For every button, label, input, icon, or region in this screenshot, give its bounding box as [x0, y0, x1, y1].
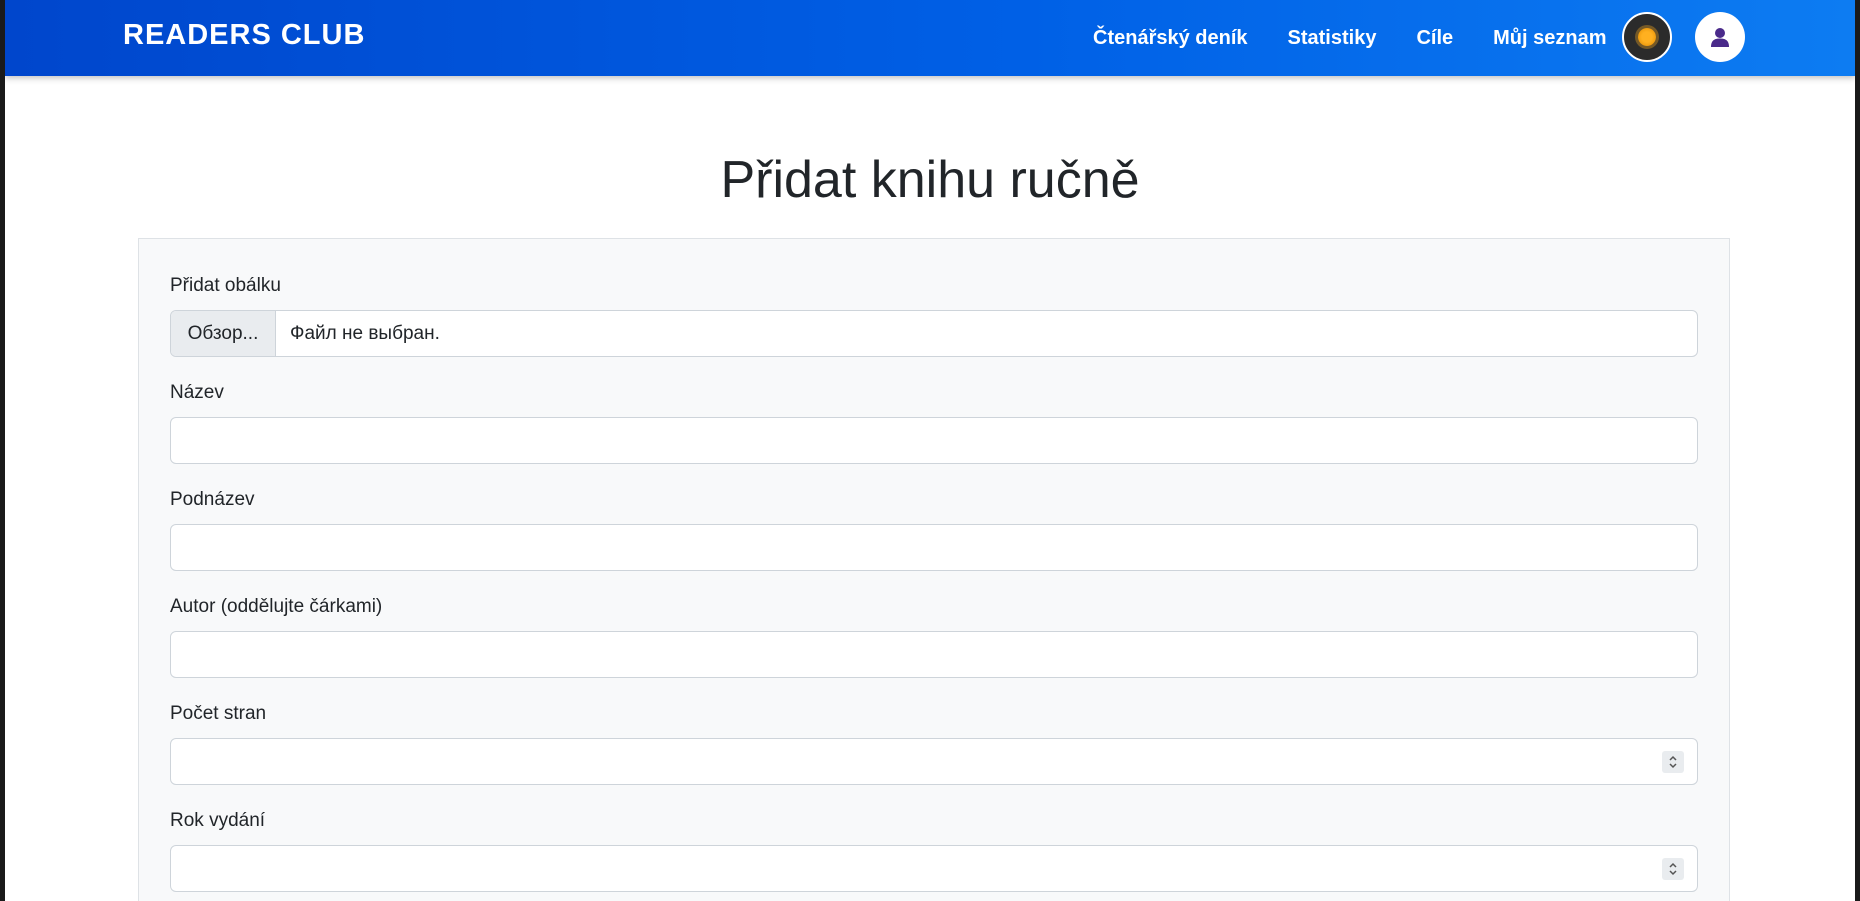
pages-field	[170, 738, 1698, 785]
add-book-form: Přidat obálku Обзор... Файл не выбран. N…	[138, 238, 1730, 901]
year-input[interactable]	[170, 845, 1698, 892]
theme-toggle-button[interactable]	[1622, 12, 1672, 62]
sun-icon	[1638, 28, 1656, 46]
nav-link-statistics[interactable]: Statistiky	[1288, 24, 1377, 52]
nav-link-reading-diary[interactable]: Čtenářský deník	[1093, 24, 1248, 52]
nav-link-my-list[interactable]: Můj seznam	[1493, 24, 1606, 52]
pages-stepper[interactable]	[1662, 751, 1684, 773]
subtitle-label: Podnázev	[170, 489, 255, 510]
title-label: Název	[170, 382, 224, 403]
page-title: Přidat knihu ručně	[720, 151, 1140, 209]
user-icon	[1711, 28, 1729, 47]
author-label: Autor (oddělujte čárkami)	[170, 596, 383, 617]
cover-label: Přidat obálku	[170, 275, 281, 296]
subtitle-input[interactable]	[170, 524, 1698, 571]
nav-links: Čtenářský deník Statistiky Cíle Můj sezn…	[1093, 24, 1647, 52]
stepper-arrows-icon	[1669, 755, 1677, 769]
browse-button[interactable]: Обзор...	[171, 311, 276, 356]
year-label: Rok vydání	[170, 810, 266, 831]
stepper-arrows-icon	[1669, 862, 1677, 876]
nav-link-goals[interactable]: Cíle	[1416, 24, 1453, 52]
title-input[interactable]	[170, 417, 1698, 464]
app-window: READERS CLUB Čtenářský deník Statistiky …	[5, 0, 1855, 901]
year-field	[170, 845, 1698, 892]
pages-input[interactable]	[170, 738, 1698, 785]
top-navbar: READERS CLUB Čtenářský deník Statistiky …	[5, 0, 1855, 76]
brand-logo[interactable]: READERS CLUB	[123, 19, 365, 52]
file-status-text: Файл не выбран.	[290, 322, 440, 344]
cover-file-input[interactable]: Обзор... Файл не выбран.	[170, 310, 1698, 357]
author-input[interactable]	[170, 631, 1698, 678]
user-menu-button[interactable]	[1695, 12, 1745, 62]
pages-label: Počet stran	[170, 703, 267, 724]
year-stepper[interactable]	[1662, 858, 1684, 880]
